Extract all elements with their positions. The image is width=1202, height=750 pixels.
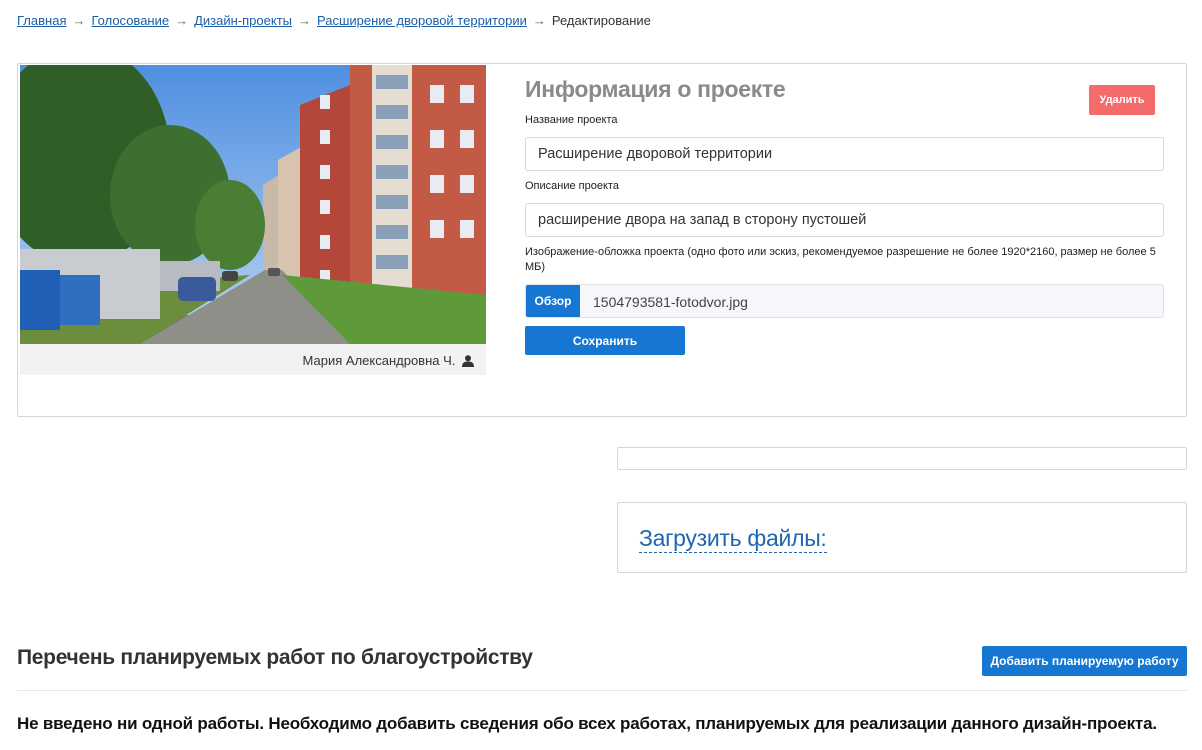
photo-author-caption: Мария Александровна Ч.: [20, 344, 486, 375]
section-divider: [17, 690, 1187, 691]
breadcrumb-link-design-projects[interactable]: Дизайн-проекты: [194, 13, 292, 28]
courtyard-photo-illustration: [20, 65, 486, 344]
selected-file-name: 1504793581-fotodvor.jpg: [593, 294, 748, 310]
project-cover-photo: [20, 65, 486, 344]
breadcrumb-separator: →: [532, 13, 546, 28]
project-info-title: Информация о проекте: [525, 76, 786, 102]
breadcrumb-current: Редактирование: [551, 13, 651, 28]
breadcrumb-link-project[interactable]: Расширение дворовой территории: [317, 13, 527, 28]
planned-works-title: Перечень планируемых работ по благоустро…: [17, 646, 533, 669]
breadcrumb-separator: →: [298, 13, 311, 28]
browse-button[interactable]: Обзор: [526, 285, 580, 317]
cover-image-hint: Изображение-обложка проекта (одно фото и…: [525, 246, 1156, 273]
project-description-label: Описание проекта: [525, 180, 619, 192]
breadcrumb-separator: →: [72, 13, 86, 28]
delete-button[interactable]: Удалить: [1089, 85, 1155, 115]
project-name-label: Название проекта: [525, 114, 618, 126]
project-info-card: Мария Александровна Ч. Информация о прое…: [17, 63, 1187, 417]
empty-panel: [617, 447, 1187, 470]
breadcrumb-separator: →: [175, 13, 189, 28]
no-works-message: Не введено ни одной работы. Необходимо д…: [17, 714, 1157, 733]
add-planned-work-button[interactable]: Добавить планируемую работу: [982, 646, 1187, 676]
photo-author-name: Мария Александровна Ч.: [302, 353, 456, 368]
project-name-input[interactable]: [525, 137, 1164, 171]
cover-file-picker: Обзор 1504793581-fotodvor.jpg: [525, 284, 1164, 318]
save-button[interactable]: Сохранить: [525, 326, 685, 355]
project-description-input[interactable]: [525, 203, 1164, 237]
breadcrumb-link-voting[interactable]: Голосование: [91, 13, 169, 28]
user-icon: [462, 355, 474, 370]
breadcrumb: Главная → Голосование → Дизайн-проекты → Расши…: [17, 13, 651, 28]
upload-files-link[interactable]: Загрузить файлы:: [639, 524, 827, 553]
breadcrumb-link-home[interactable]: Главная: [17, 13, 66, 28]
upload-files-panel: Загрузить файлы:: [617, 502, 1187, 573]
